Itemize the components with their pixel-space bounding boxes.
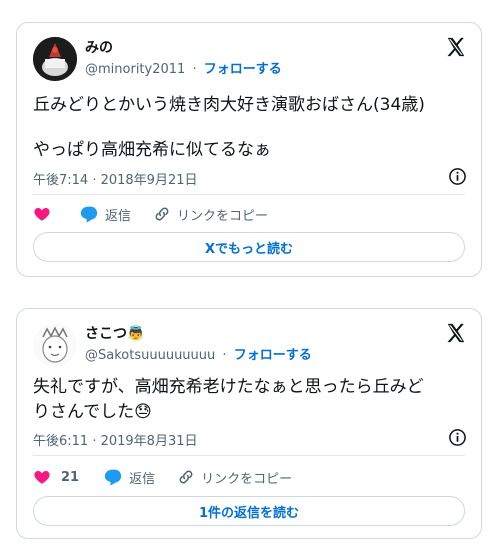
user-name[interactable]: さこつ👼: [85, 323, 144, 343]
divider: [33, 194, 465, 195]
avatar[interactable]: [33, 323, 77, 367]
handle-row: @Sakotsuuuuuuuuu · フォローする: [85, 344, 312, 363]
tweet-text-line: 丘みどりとかいう焼き肉大好き演歌おばさん(34歳): [33, 95, 425, 115]
tweet-text-line: 失礼ですが、高畑充希老けたなぁと思ったら丘みど: [33, 377, 424, 397]
reply-label: 返信: [105, 208, 132, 224]
reply-button[interactable]: 返信: [79, 205, 131, 224]
timestamp[interactable]: 午後7:14 · 2018年9月21日: [33, 169, 198, 188]
follow-button[interactable]: フォローする: [234, 348, 312, 363]
follow-button[interactable]: フォローする: [204, 62, 282, 77]
avatar-image: [33, 323, 77, 367]
action-bar: 返信 リンクをコピー: [33, 203, 465, 225]
info-icon[interactable]: [448, 428, 467, 447]
timestamp[interactable]: 午後6:11 · 2019年8月31日: [33, 430, 198, 449]
link-icon: [155, 207, 169, 221]
heart-icon: [34, 471, 50, 484]
tweet-card: さこつ👼 @Sakotsuuuuuuuuu · フォローする 失礼ですが、高畑充…: [16, 308, 482, 539]
tweet-text-line: やっぱり高畑充希に似てるなぁ: [33, 140, 271, 160]
divider: [33, 455, 465, 456]
avatar-image: [33, 37, 77, 81]
user-handle[interactable]: @minority2011: [85, 62, 185, 77]
separator: ·: [192, 62, 197, 77]
reply-bubble-icon: [104, 469, 122, 486]
like-count: 21: [61, 469, 80, 485]
user-name[interactable]: みの: [85, 37, 113, 57]
user-handle[interactable]: @Sakotsuuuuuuuuu: [85, 348, 215, 363]
info-icon[interactable]: [448, 167, 467, 186]
reply-label: 返信: [129, 471, 156, 487]
action-bar: 21 返信 リンクをコピー: [33, 466, 465, 488]
handle-row: @minority2011 · フォローする: [85, 58, 282, 77]
name-emoji: 👼: [127, 326, 145, 342]
avatar[interactable]: [33, 37, 77, 81]
like-button[interactable]: 21: [33, 468, 79, 486]
tweet-card: みの @minority2011 · フォローする 丘みどりとかいう焼き肉大好き…: [16, 22, 482, 277]
separator: ·: [222, 348, 227, 363]
link-icon: [179, 470, 193, 484]
user-name-text: さこつ: [85, 326, 127, 342]
x-logo-icon[interactable]: [445, 36, 467, 58]
copy-link-button[interactable]: リンクをコピー: [153, 205, 268, 224]
like-button[interactable]: [33, 205, 57, 223]
read-more-button[interactable]: Xでもっと読む: [33, 232, 465, 262]
x-logo-icon[interactable]: [445, 322, 467, 344]
heart-icon: [34, 208, 50, 221]
reply-bubble-icon: [80, 206, 98, 223]
reply-button[interactable]: 返信: [103, 468, 155, 487]
tweet-text-line: りさんでした😓: [33, 402, 152, 422]
copy-link-label: リンクをコピー: [177, 208, 269, 224]
read-replies-button[interactable]: 1件の返信を読む: [33, 496, 465, 526]
copy-link-button[interactable]: リンクをコピー: [177, 468, 292, 487]
copy-link-label: リンクをコピー: [201, 471, 293, 487]
